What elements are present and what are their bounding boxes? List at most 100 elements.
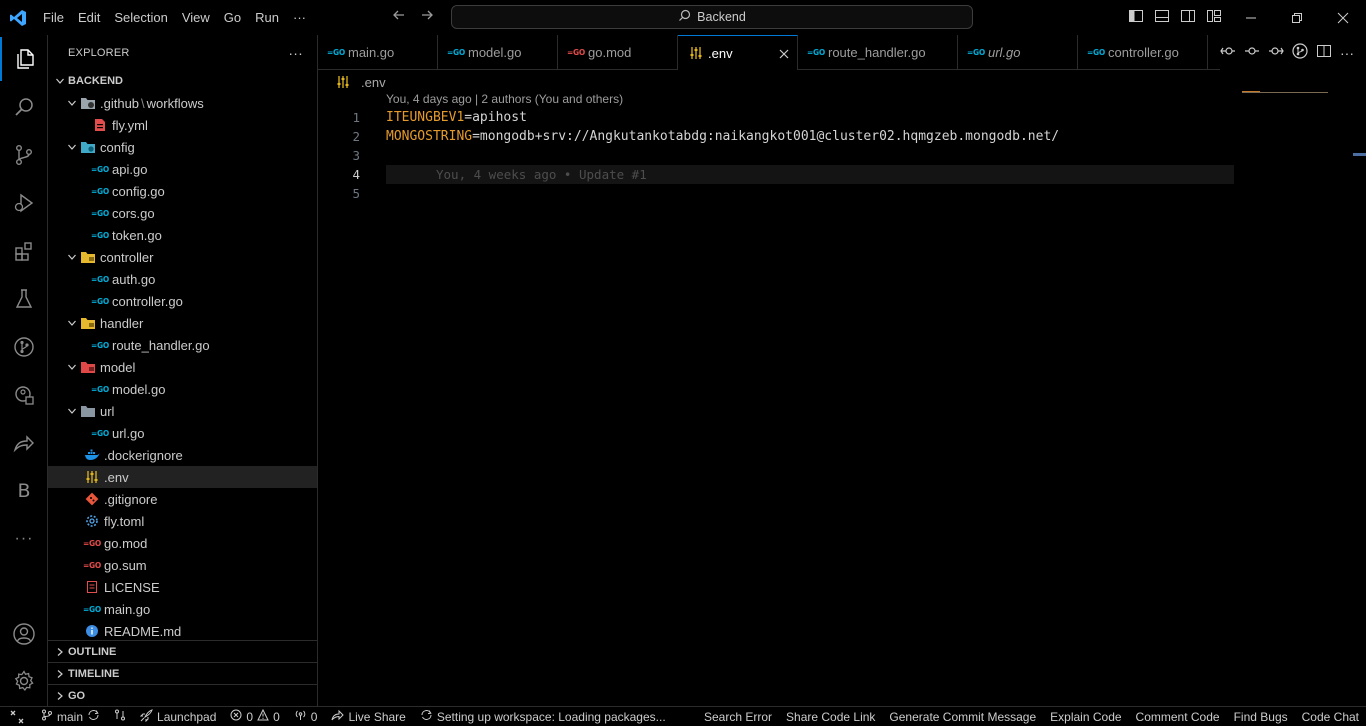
find-bugs-status[interactable]: Find Bugs: [1227, 707, 1295, 726]
timeline-section[interactable]: TIMELINE: [48, 662, 318, 684]
breadcrumb-file[interactable]: .env: [361, 75, 386, 90]
tree-file-env[interactable]: .env: [48, 466, 317, 488]
tree-folder-handler[interactable]: handler: [48, 312, 317, 334]
extensions-icon[interactable]: [0, 229, 48, 273]
code-line[interactable]: MONGOSTRING=mongodb+srv://Angkutankotabd…: [386, 127, 1234, 146]
split-editor-icon[interactable]: [1316, 43, 1332, 62]
menu-more[interactable]: ···: [286, 0, 313, 35]
tree-file-dockerignore[interactable]: .dockerignore: [48, 444, 317, 466]
tree-file-fly-yml[interactable]: fly.yml: [48, 114, 317, 136]
git-commit-previous-icon[interactable]: [1220, 43, 1236, 62]
git-graph-icon[interactable]: [0, 325, 48, 369]
docker-icon[interactable]: [0, 373, 48, 417]
settings-gear-icon[interactable]: [0, 659, 48, 703]
code-line[interactable]: [386, 184, 1234, 203]
git-commit-next-icon[interactable]: [1268, 43, 1284, 62]
source-control-icon[interactable]: [0, 133, 48, 177]
remote-indicator-icon[interactable]: [0, 707, 34, 726]
tree-file-license[interactable]: LICENSE: [48, 576, 317, 598]
code-line-current[interactable]: You, 4 weeks ago • Update #1: [386, 165, 1234, 184]
tree-file-api-go[interactable]: =GO api.go: [48, 158, 317, 180]
tab-url-go[interactable]: =GO url.go: [958, 35, 1078, 70]
menu-edit[interactable]: Edit: [71, 0, 107, 35]
sync-icon[interactable]: [87, 709, 100, 724]
git-blame-codelens[interactable]: You, 4 days ago | 2 authors (You and oth…: [386, 92, 623, 106]
tab-route-handler-go[interactable]: =GO route_handler.go: [798, 35, 958, 70]
more-views-icon[interactable]: ···: [0, 517, 48, 561]
menu-view[interactable]: View: [175, 0, 217, 35]
forward-arrow-icon[interactable]: [420, 8, 434, 27]
back-arrow-icon[interactable]: [392, 8, 406, 27]
toggle-secondary-sidebar-icon[interactable]: [1180, 8, 1196, 27]
workspace-root-header[interactable]: BACKEND: [48, 70, 317, 92]
git-commit-icon[interactable]: [1244, 43, 1260, 62]
accounts-icon[interactable]: [0, 612, 48, 656]
minimap[interactable]: [1242, 91, 1328, 93]
tree-file-readme[interactable]: README.md: [48, 620, 317, 642]
more-actions-icon[interactable]: ···: [1340, 45, 1354, 61]
tab-env[interactable]: .env: [678, 35, 798, 70]
menu-file[interactable]: File: [36, 0, 71, 35]
tree-file-auth-go[interactable]: =GO auth.go: [48, 268, 317, 290]
explorer-files-icon[interactable]: [0, 37, 48, 81]
explorer-more-actions[interactable]: ···: [288, 45, 303, 61]
tree-file-go-mod[interactable]: =GO go.mod: [48, 532, 317, 554]
code-chat-status[interactable]: Code Chat: [1295, 707, 1366, 726]
tab-go-mod[interactable]: =GO go.mod: [558, 35, 678, 70]
tab-model-go[interactable]: =GO model.go: [438, 35, 558, 70]
code-line[interactable]: ITEUNGBEV1=apihost: [386, 108, 1234, 127]
vscode-logo-icon[interactable]: [0, 0, 36, 35]
tree-folder-model[interactable]: model: [48, 356, 317, 378]
live-share-status[interactable]: Live Share: [324, 707, 412, 726]
command-center-search[interactable]: Backend: [451, 5, 973, 29]
generate-commit-message-status[interactable]: Generate Commit Message: [882, 707, 1043, 726]
customize-layout-icon[interactable]: [1206, 8, 1222, 27]
open-changes-icon[interactable]: [1292, 43, 1308, 62]
share-code-link-status[interactable]: Share Code Link: [779, 707, 882, 726]
code-line[interactable]: [386, 146, 1234, 165]
minimize-icon[interactable]: [1228, 0, 1274, 35]
tree-file-model-go[interactable]: =GO model.go: [48, 378, 317, 400]
workspace-status[interactable]: Setting up workspace: Loading packages..…: [413, 707, 673, 726]
toggle-primary-sidebar-icon[interactable]: [1128, 8, 1144, 27]
outline-section[interactable]: OUTLINE: [48, 640, 318, 662]
tree-file-go-sum[interactable]: =GO go.sum: [48, 554, 317, 576]
launchpad-status[interactable]: Launchpad: [133, 707, 223, 726]
go-section[interactable]: GO: [48, 684, 318, 706]
tab-main-go[interactable]: =GO main.go: [318, 35, 438, 70]
branch-status[interactable]: main: [34, 707, 107, 726]
git-graph-status[interactable]: [107, 707, 133, 726]
ports-status[interactable]: 0: [287, 707, 325, 726]
tree-file-route-handler-go[interactable]: =GO route_handler.go: [48, 334, 317, 356]
comment-code-status[interactable]: Comment Code: [1129, 707, 1227, 726]
menu-run[interactable]: Run: [248, 0, 286, 35]
search-icon[interactable]: [0, 85, 48, 129]
tree-file-main-go[interactable]: =GO main.go: [48, 598, 317, 620]
explain-code-status[interactable]: Explain Code: [1043, 707, 1128, 726]
menu-selection[interactable]: Selection: [107, 0, 174, 35]
restore-icon[interactable]: [1274, 0, 1320, 35]
b-extension-icon[interactable]: B: [0, 469, 48, 513]
tree-file-fly-toml[interactable]: fly.toml: [48, 510, 317, 532]
live-share-icon[interactable]: [0, 421, 48, 465]
close-tab-icon[interactable]: [779, 46, 789, 62]
tree-file-cors-go[interactable]: =GO cors.go: [48, 202, 317, 224]
menu-go[interactable]: Go: [217, 0, 248, 35]
tree-folder-config[interactable]: config: [48, 136, 317, 158]
tree-folder-controller[interactable]: controller: [48, 246, 317, 268]
tab-controller-go[interactable]: =GO controller.go: [1078, 35, 1208, 70]
tree-file-config-go[interactable]: =GO config.go: [48, 180, 317, 202]
tree-file-url-go[interactable]: =GO url.go: [48, 422, 317, 444]
tree-folder-github-workflows[interactable]: .github \ workflows: [48, 92, 317, 114]
toggle-panel-icon[interactable]: [1154, 8, 1170, 27]
tree-file-controller-go[interactable]: =GO controller.go: [48, 290, 317, 312]
search-error-status[interactable]: Search Error: [697, 707, 779, 726]
tree-file-token-go[interactable]: =GO token.go: [48, 224, 317, 246]
code-editor[interactable]: ITEUNGBEV1=apihost MONGOSTRING=mongodb+s…: [386, 108, 1234, 203]
close-window-icon[interactable]: [1320, 0, 1366, 35]
tree-file-gitignore[interactable]: .gitignore: [48, 488, 317, 510]
run-debug-icon[interactable]: [0, 181, 48, 225]
testing-flask-icon[interactable]: [0, 277, 48, 321]
tree-folder-url[interactable]: url: [48, 400, 317, 422]
problems-status[interactable]: 0 0: [223, 707, 286, 726]
